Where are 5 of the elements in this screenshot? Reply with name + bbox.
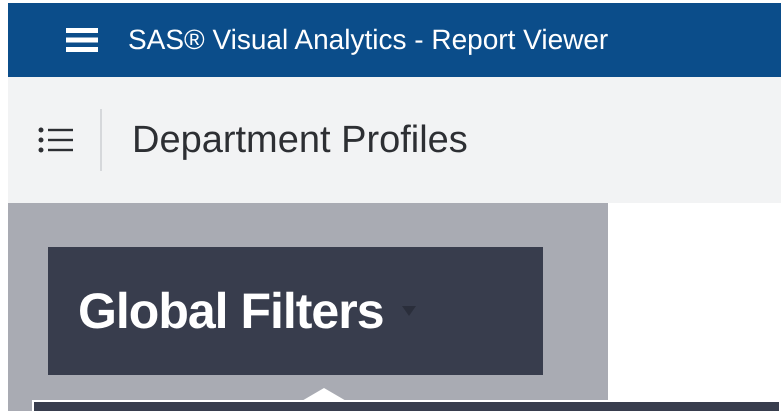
global-filters-button[interactable]: Global Filters bbox=[48, 247, 543, 375]
report-title: Department Profiles bbox=[132, 118, 468, 162]
menu-icon[interactable] bbox=[66, 28, 98, 52]
app-title: SAS® Visual Analytics - Report Viewer bbox=[128, 23, 608, 57]
list-icon[interactable] bbox=[38, 127, 74, 153]
